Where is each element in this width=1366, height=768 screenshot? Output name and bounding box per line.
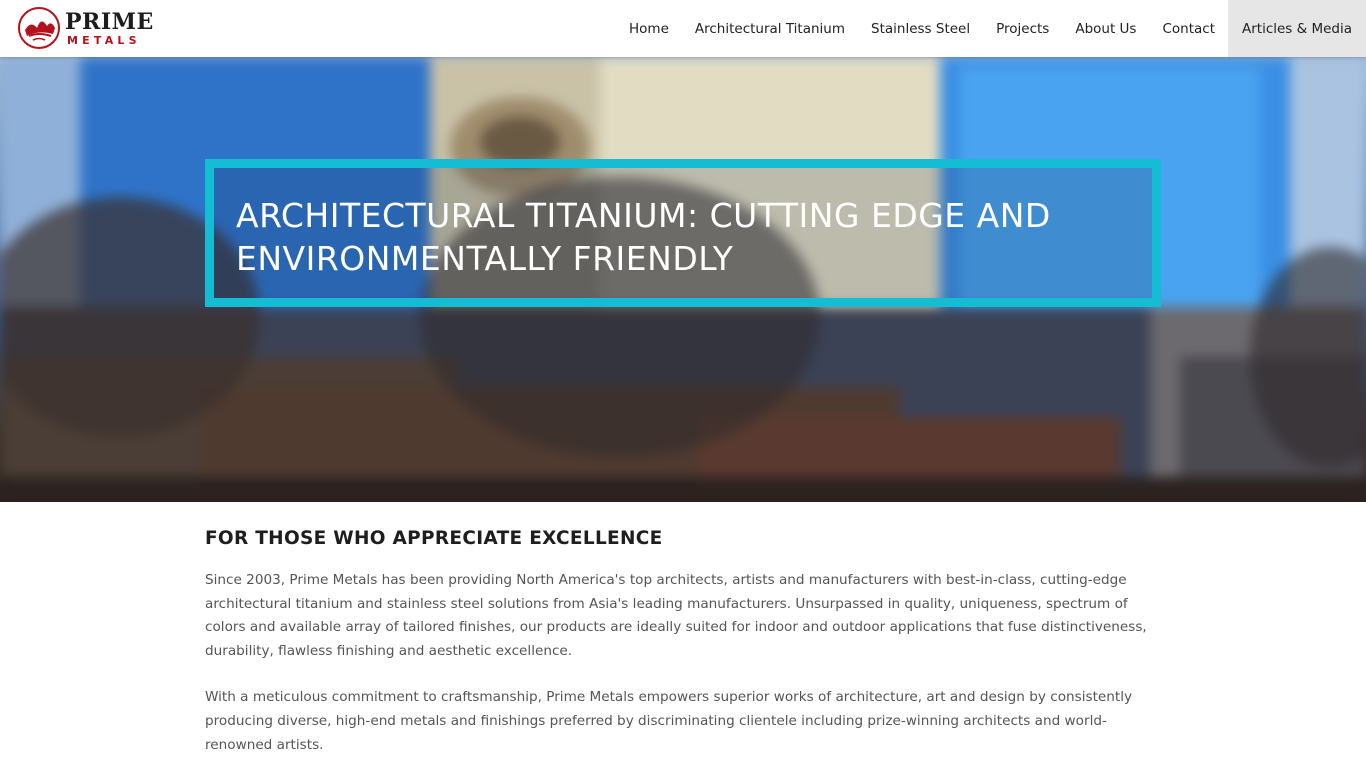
section-heading: For Those Who Appreciate Excellence (205, 528, 663, 549)
hero-title: Architectural Titanium: Cutting Edge and… (236, 196, 1051, 278)
nav-about-us[interactable]: About Us (1062, 0, 1149, 57)
nav-stainless-steel[interactable]: Stainless Steel (858, 0, 983, 57)
main-navigation: Home Architectural Titanium Stainless St… (616, 0, 1366, 57)
intro-section: For Those Who Appreciate Excellence Sinc… (205, 528, 1161, 757)
nav-projects[interactable]: Projects (983, 0, 1062, 57)
site-header: PRIME METALS Home Architectural Titanium… (0, 0, 1366, 57)
intro-paragraph-2: With a meticulous commitment to craftsma… (205, 689, 1133, 753)
logo-text: PRIME METALS (65, 11, 154, 46)
nav-contact[interactable]: Contact (1149, 0, 1228, 57)
nav-home[interactable]: Home (616, 0, 682, 57)
hero-banner: Architectural Titanium: Cutting Edge and… (0, 57, 1366, 502)
logo-name-top: PRIME (65, 8, 154, 35)
hero-title-frame: Architectural Titanium: Cutting Edge and… (205, 159, 1161, 307)
nav-architectural-titanium[interactable]: Architectural Titanium (682, 0, 858, 57)
crown-emblem-icon (18, 7, 60, 49)
intro-paragraph-1: Since 2003, Prime Metals has been provid… (205, 572, 1147, 659)
nav-articles-media[interactable]: Articles & Media (1228, 0, 1366, 57)
logo[interactable]: PRIME METALS (17, 6, 154, 50)
logo-name-bottom: METALS (67, 33, 141, 47)
